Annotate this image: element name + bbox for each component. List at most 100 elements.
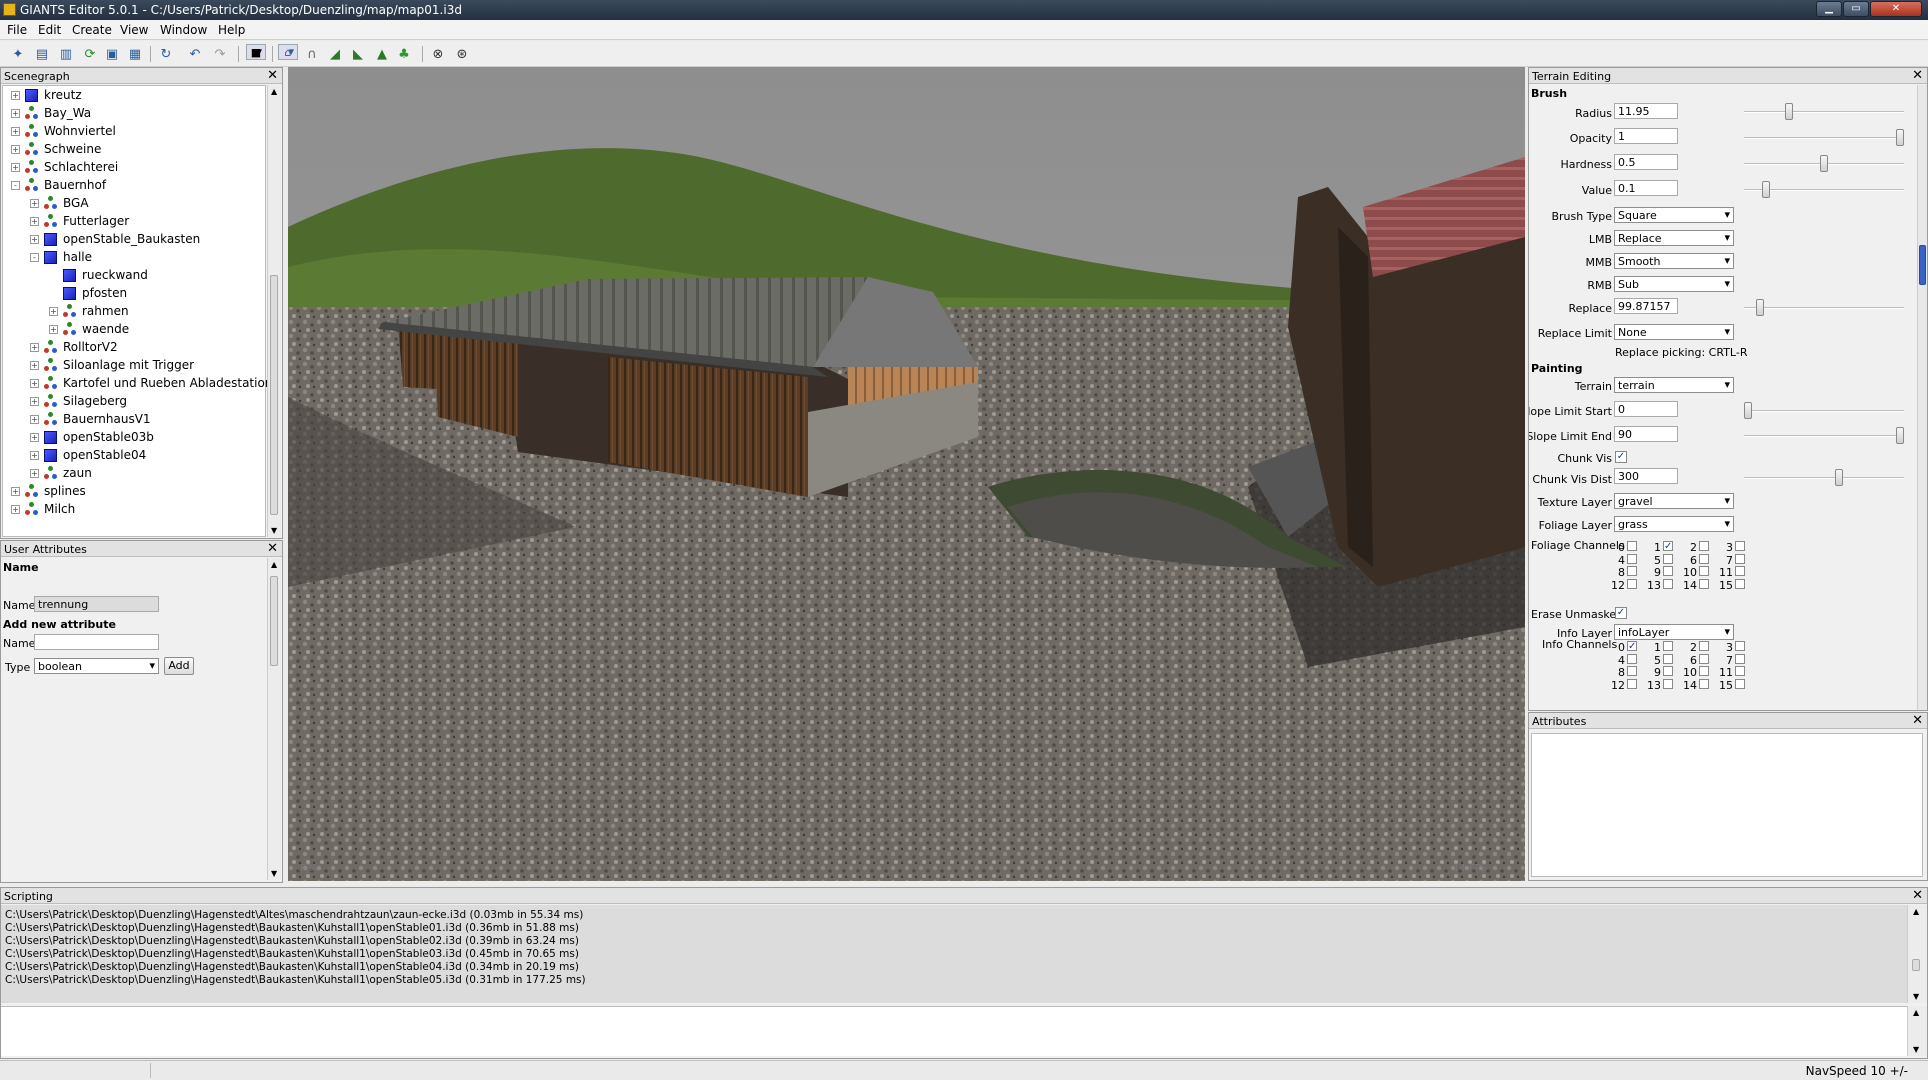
expand-icon[interactable]: +	[30, 360, 39, 370]
value-slider-knob[interactable]	[1762, 181, 1771, 198]
foliage-layer-select[interactable]: grass	[1614, 516, 1734, 532]
add-attribute-button[interactable]: Add	[164, 657, 194, 675]
script-input[interactable]	[1, 1006, 1907, 1056]
foliage-icon[interactable]: ♣	[394, 44, 414, 64]
scenegraph-scrollbar[interactable]: ▲ ▼	[267, 85, 281, 537]
replace-slider-knob[interactable]	[1756, 299, 1765, 316]
radius-slider[interactable]	[1744, 103, 1904, 120]
scroll-up-icon[interactable]: ▲	[1913, 907, 1919, 916]
maximize-button[interactable]: ▭	[1843, 1, 1869, 17]
hardness-slider[interactable]	[1744, 155, 1904, 172]
scenegraph-node[interactable]: + openStable_Baukasten	[30, 230, 200, 248]
expand-icon[interactable]: +	[30, 450, 39, 460]
scenegraph-node[interactable]: pfosten	[49, 284, 127, 302]
expand-icon[interactable]: +	[30, 432, 39, 442]
expand-icon[interactable]: +	[11, 144, 20, 154]
scroll-up-icon[interactable]: ▲	[1913, 1008, 1919, 1017]
expand-icon[interactable]: +	[30, 396, 39, 406]
foliage-channel-checkbox[interactable]	[1735, 553, 1745, 564]
user-attributes-scrollbar[interactable]: ▲ ▼	[267, 558, 281, 880]
expand-icon[interactable]: +	[49, 306, 58, 316]
stop-icon[interactable]: ■	[246, 44, 266, 60]
scenegraph-node[interactable]: + Wohnviertel	[11, 122, 116, 140]
terrain-paint-icon[interactable]: ◣	[348, 44, 368, 64]
terrain-scrollbar[interactable]	[1917, 85, 1927, 710]
scenegraph-tree[interactable]: + kreutz + Bay_Wa + Wohnviertel + Schweine + Schl…	[2, 85, 272, 537]
scroll-down-icon[interactable]: ▼	[271, 526, 277, 535]
name-field[interactable]: trennung	[34, 596, 159, 612]
opacity-slider-knob[interactable]	[1896, 129, 1904, 146]
scrollbar-thumb[interactable]	[270, 576, 278, 666]
camera-icon[interactable]: ⊗	[428, 44, 448, 64]
expand-icon[interactable]: +	[30, 234, 39, 244]
expand-icon[interactable]: +	[30, 216, 39, 226]
slope-limit-end-slider[interactable]	[1744, 427, 1904, 444]
replace-slider[interactable]	[1744, 299, 1904, 316]
expand-icon[interactable]: +	[11, 90, 20, 100]
scenegraph-node[interactable]: + kreutz	[11, 86, 82, 104]
chunk-vis-dist-slider[interactable]	[1744, 469, 1904, 486]
expand-icon[interactable]: +	[30, 378, 39, 388]
close-window-button[interactable]: ✕	[1870, 1, 1922, 17]
scenegraph-node[interactable]: rueckwand	[49, 266, 148, 284]
foliage-channel-checkbox[interactable]	[1627, 541, 1637, 551]
info-channel-checkbox[interactable]	[1699, 653, 1709, 664]
scroll-down-icon[interactable]: ▼	[1913, 1045, 1919, 1054]
opacity-slider[interactable]	[1744, 129, 1904, 146]
scenegraph-node[interactable]: + Bay_Wa	[11, 104, 91, 122]
info-channel-checkbox[interactable]	[1699, 678, 1709, 689]
scrollbar-thumb[interactable]	[270, 275, 278, 515]
scenegraph-node[interactable]: + Futterlager	[30, 212, 129, 230]
scrollbar-thumb[interactable]	[1912, 959, 1920, 971]
foliage-channel-checkbox[interactable]: ✓	[1663, 541, 1673, 552]
close-icon[interactable]: ✕	[267, 541, 278, 556]
info-channel-checkbox[interactable]	[1735, 678, 1745, 689]
save-all-icon[interactable]: ▦	[125, 44, 145, 64]
close-icon[interactable]: ✕	[267, 68, 278, 83]
scenegraph-node[interactable]: + BauernhausV1	[30, 410, 151, 428]
scenegraph-node[interactable]: + openStable04	[30, 446, 146, 464]
hardness-input[interactable]: 0.5	[1614, 154, 1678, 170]
texture-layer-select[interactable]: gravel	[1614, 493, 1734, 509]
undo-icon[interactable]: ↶	[185, 44, 205, 64]
info-channel-checkbox[interactable]	[1735, 666, 1745, 676]
slope-limit-start-slider[interactable]	[1744, 402, 1904, 419]
scenegraph-node[interactable]: + waende	[49, 320, 129, 338]
chunk-vis-checkbox[interactable]: ✓	[1615, 451, 1627, 463]
foliage-channel-checkbox[interactable]	[1663, 578, 1673, 589]
lmb-select[interactable]: Replace	[1614, 230, 1734, 246]
info-channel-checkbox[interactable]	[1699, 666, 1709, 676]
radius-slider-knob[interactable]	[1785, 103, 1794, 120]
expand-icon[interactable]: +	[11, 162, 20, 172]
mmb-select[interactable]: Smooth	[1614, 253, 1734, 269]
brush-type-select[interactable]: Square	[1614, 207, 1734, 223]
slope-start-knob[interactable]	[1744, 402, 1752, 419]
move-icon[interactable]: ∩	[302, 44, 322, 64]
menu-create[interactable]: Create	[72, 23, 112, 37]
foliage-channel-checkbox[interactable]	[1627, 566, 1637, 576]
chunk-vis-dist-input[interactable]: 300	[1614, 468, 1678, 484]
foliage-channel-checkbox[interactable]	[1699, 541, 1709, 551]
slope-limit-end-input[interactable]: 90	[1614, 426, 1678, 442]
slope-end-knob[interactable]	[1896, 427, 1904, 444]
erase-unmasked-checkbox[interactable]: ✓	[1615, 607, 1627, 619]
info-channel-checkbox[interactable]	[1663, 653, 1673, 664]
value-input[interactable]: 0.1	[1614, 180, 1678, 196]
foliage-channel-checkbox[interactable]	[1735, 541, 1745, 551]
info-channel-checkbox[interactable]	[1627, 678, 1637, 689]
type-select[interactable]: boolean	[34, 658, 159, 674]
foliage-channel-checkbox[interactable]	[1627, 578, 1637, 589]
expand-icon[interactable]: +	[30, 468, 39, 478]
scroll-up-icon[interactable]: ▲	[271, 87, 277, 96]
scenegraph-node[interactable]: + Kartofel und Rueben Abladestation	[30, 374, 272, 392]
info-channel-checkbox[interactable]	[1627, 666, 1637, 676]
chunk-dist-knob[interactable]	[1835, 469, 1844, 486]
expand-icon[interactable]: +	[11, 486, 20, 496]
foliage-channel-checkbox[interactable]	[1663, 566, 1673, 576]
menu-help[interactable]: Help	[218, 23, 245, 37]
scenegraph-node[interactable]: + splines	[11, 482, 86, 500]
expand-icon[interactable]: +	[49, 324, 58, 334]
open-icon[interactable]: ▤	[32, 44, 52, 64]
expand-icon[interactable]: +	[30, 414, 39, 424]
log-scrollbar[interactable]: ▲ ▼	[1907, 905, 1927, 1003]
